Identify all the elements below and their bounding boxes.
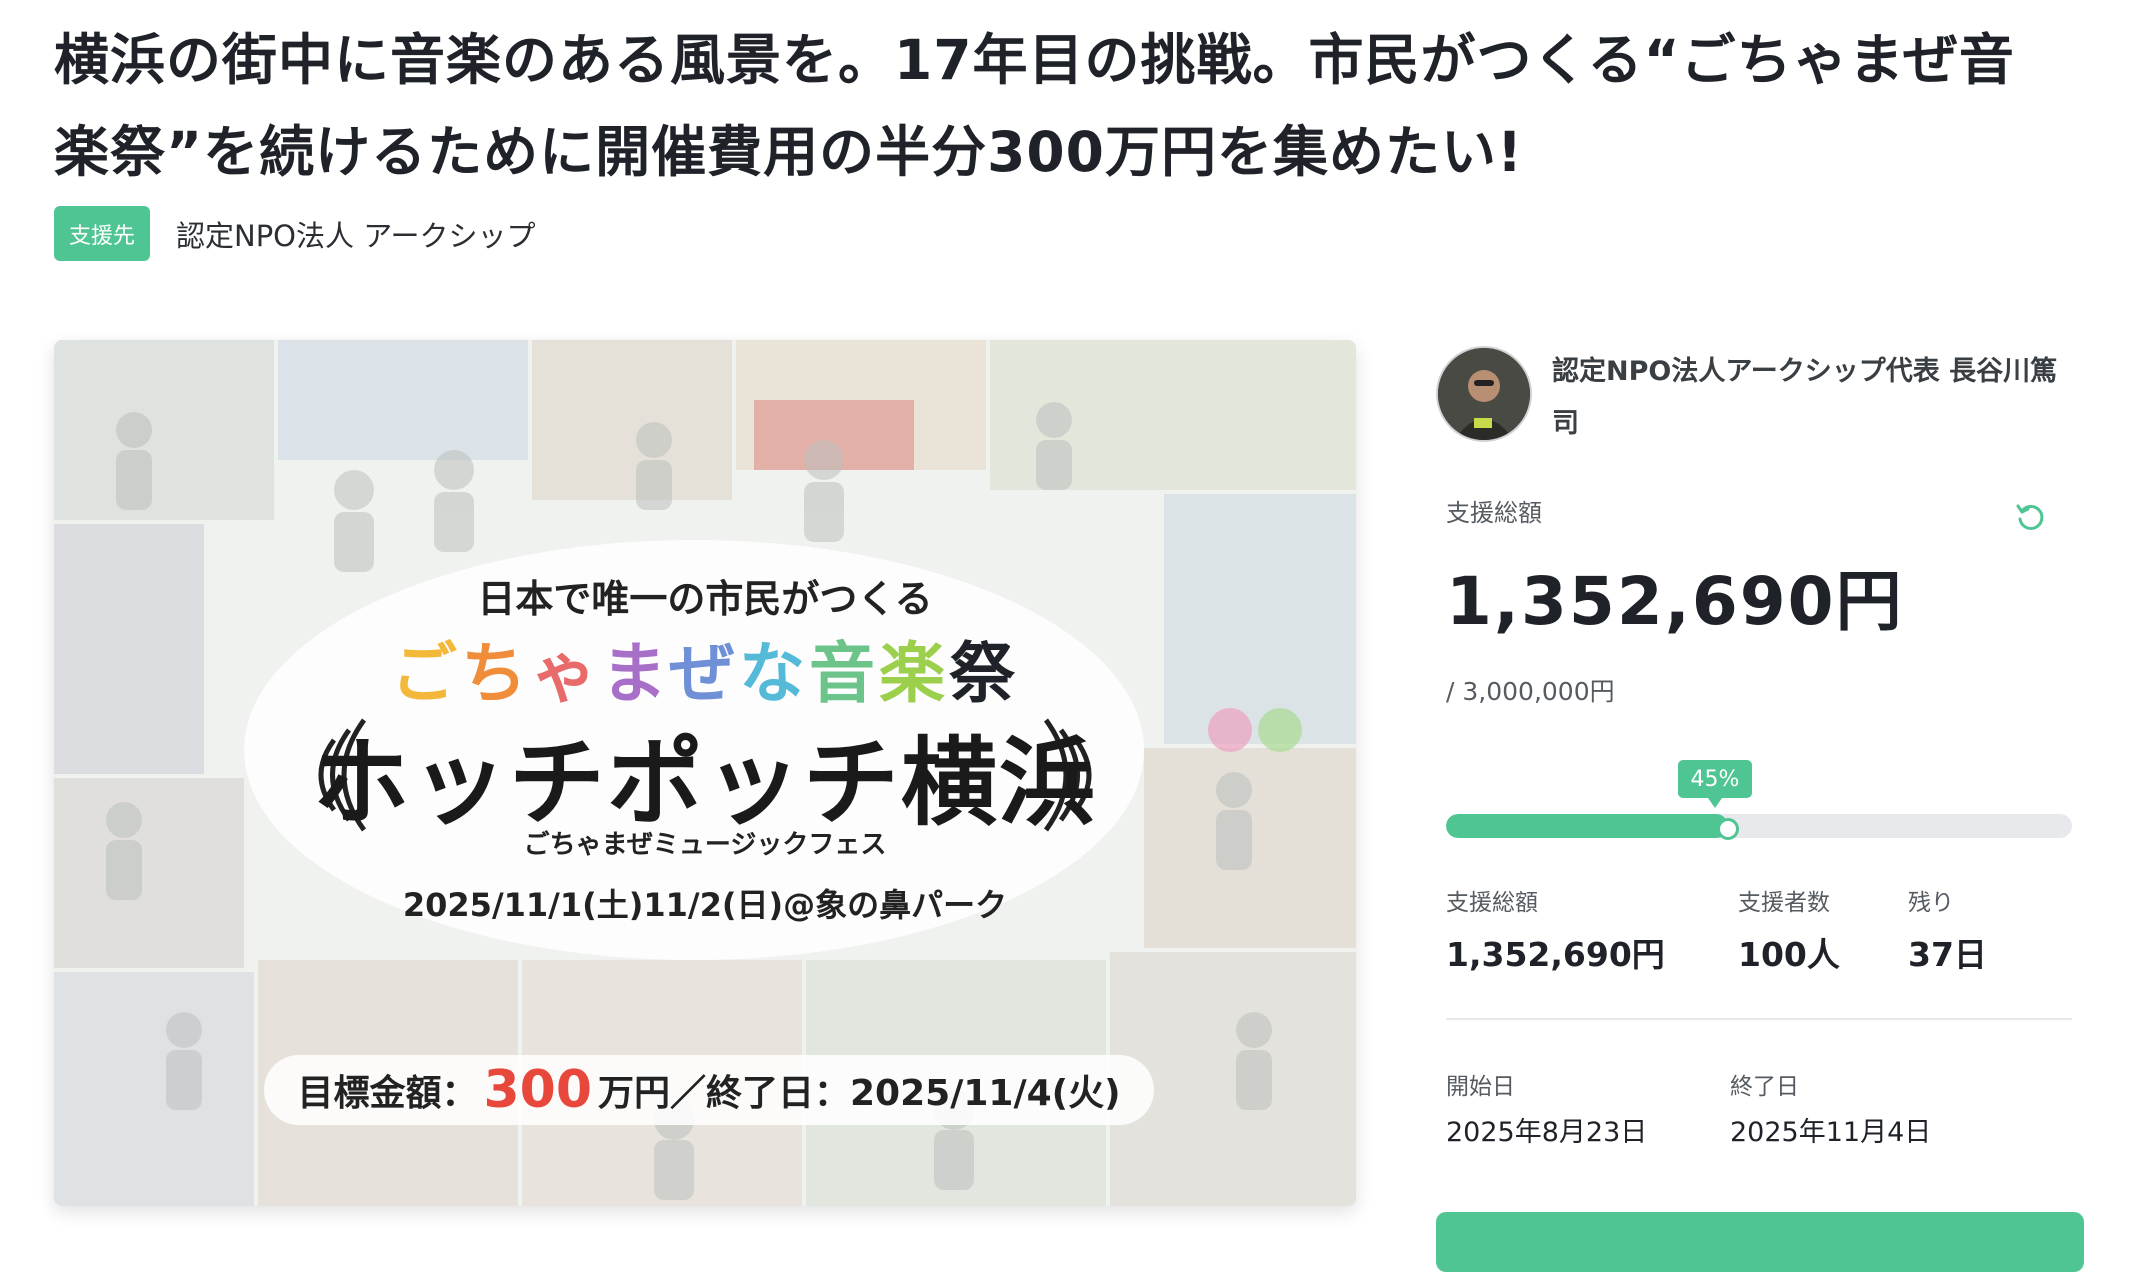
stat-supporters-value: 100人 bbox=[1738, 935, 1840, 974]
goal-amount: / 3,000,000円 bbox=[1446, 677, 1615, 706]
event-date-place: 2025/11/1(土)11/2(日)@象の鼻パーク bbox=[402, 886, 1008, 924]
progress-percent-badge: 45% bbox=[1678, 760, 1752, 808]
hero-colorful-title: ごちゃまぜな音楽祭 bbox=[54, 620, 1356, 716]
stat-total-label: 支援総額 bbox=[1446, 890, 1538, 916]
recipient-badge: 支援先 bbox=[54, 206, 150, 261]
end-date-label: 終了日 bbox=[1730, 1074, 1799, 1100]
target-banner: 目標金額： 300 万円／終了日：2025/11/4(火) bbox=[264, 1055, 1154, 1125]
start-date-value: 2025年8月23日 bbox=[1446, 1117, 1648, 1148]
progress-bar bbox=[1446, 814, 2072, 838]
progress-bar-fill bbox=[1446, 814, 1728, 838]
end-date-value: 2025年11月4日 bbox=[1730, 1117, 1932, 1148]
hero-title-char: ご bbox=[390, 635, 461, 712]
hero-banner[interactable]: 日本で唯一の市民がつくる ごちゃまぜな音楽祭 ホッチポッチ横浜 ごちゃまぜミュー… bbox=[54, 340, 1356, 1206]
progress-bar-knob bbox=[1716, 818, 1739, 840]
project-owner[interactable]: 認定NPO法人アークシップ代表 長谷川篤司 bbox=[1436, 346, 2082, 450]
hero-logo-subtitle: ごちゃまぜミュージックフェス bbox=[523, 830, 887, 860]
target-amount: 300 bbox=[483, 1060, 592, 1120]
start-date-label: 開始日 bbox=[1446, 1074, 1515, 1100]
hero-title-char: 音 bbox=[809, 635, 880, 712]
hero-title-char: な bbox=[739, 635, 810, 712]
owner-name[interactable]: 認定NPO法人アークシップ代表 長谷川篤司 bbox=[1552, 346, 2082, 450]
support-button[interactable] bbox=[1436, 1212, 2084, 1272]
divider bbox=[1446, 1018, 2072, 1020]
total-amount: 1,352,690円 bbox=[1446, 563, 1904, 640]
avatar-photo-icon bbox=[1438, 348, 1530, 440]
hero-tagline: 日本で唯一の市民がつくる bbox=[477, 577, 933, 621]
project-title: 横浜の街中に音楽のある風景を。17年目の挑戦。市民がつくる“ごちゃまぜ音楽祭”を… bbox=[54, 28, 2015, 184]
refresh-icon[interactable] bbox=[2014, 500, 2048, 534]
hero-title-char: ち bbox=[460, 635, 531, 712]
target-label: 目標金額： bbox=[297, 1073, 478, 1114]
target-unit: 万円／終了日：2025/11/4(火) bbox=[598, 1073, 1121, 1114]
hero-title-char: ぜ bbox=[669, 635, 740, 712]
hero-title-char: 祭 bbox=[949, 635, 1020, 712]
organization-row: 支援先 認定NPO法人 アークシップ bbox=[54, 206, 536, 261]
hero-title-char: 楽 bbox=[879, 635, 950, 712]
stat-total-value: 1,352,690円 bbox=[1446, 935, 1665, 974]
total-label: 支援総額 bbox=[1446, 499, 1542, 527]
stat-remaining-label: 残り bbox=[1908, 890, 1954, 916]
hero-title-char: ゃ bbox=[530, 635, 601, 712]
hero-title-char: ま bbox=[600, 635, 670, 712]
avatar[interactable] bbox=[1436, 346, 1532, 442]
organization-link[interactable]: 認定NPO法人 アークシップ bbox=[176, 213, 536, 255]
stat-supporters-label: 支援者数 bbox=[1738, 890, 1830, 916]
stat-remaining-value: 37日 bbox=[1908, 935, 1987, 974]
